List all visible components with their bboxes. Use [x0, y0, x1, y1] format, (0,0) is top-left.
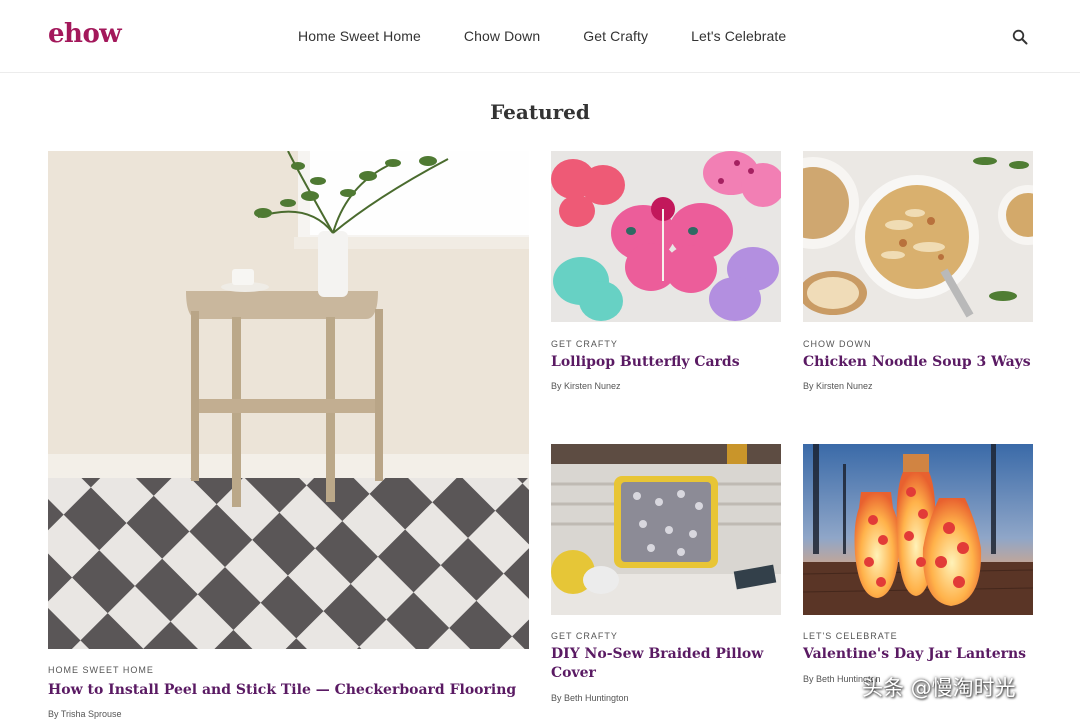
card-title[interactable]: Lollipop Butterfly Cards [551, 353, 781, 372]
card-image [48, 151, 529, 649]
card-image [803, 151, 1033, 322]
main-nav: Home Sweet Home Chow Down Get Crafty Let… [298, 28, 828, 44]
card-byline: By Beth Huntington [551, 693, 629, 703]
nav-get-crafty[interactable]: Get Crafty [583, 28, 648, 44]
featured-card-main[interactable]: HOME SWEET HOME How to Install Peel and … [48, 151, 529, 720]
card-category: GET CRAFTY [551, 631, 618, 641]
card-byline: By Kirsten Nunez [803, 381, 873, 391]
card-byline: By Trisha Sprouse [48, 709, 122, 719]
section-title: Featured [490, 100, 590, 124]
card-category: CHOW DOWN [803, 339, 872, 349]
nav-lets-celebrate[interactable]: Let's Celebrate [691, 28, 786, 44]
card-title[interactable]: How to Install Peel and Stick Tile — Che… [48, 681, 529, 700]
featured-card[interactable]: CHOW DOWN Chicken Noodle Soup 3 Ways By … [803, 151, 1033, 401]
card-image [803, 444, 1033, 615]
card-category: LET'S CELEBRATE [803, 631, 898, 641]
card-title[interactable]: Chicken Noodle Soup 3 Ways [803, 353, 1033, 372]
card-category: HOME SWEET HOME [48, 665, 154, 675]
nav-home-sweet-home[interactable]: Home Sweet Home [298, 28, 421, 44]
card-image [551, 444, 781, 615]
search-icon[interactable] [1012, 29, 1028, 45]
card-image [551, 151, 781, 322]
site-logo[interactable]: ehow [48, 19, 122, 49]
watermark: 头条 @慢淘时光 [862, 676, 1016, 700]
card-title[interactable]: Valentine's Day Jar Lanterns [803, 645, 1033, 664]
featured-card[interactable]: GET CRAFTY Lollipop Butterfly Cards By K… [551, 151, 781, 401]
card-byline: By Kirsten Nunez [551, 381, 621, 391]
card-category: GET CRAFTY [551, 339, 618, 349]
nav-chow-down[interactable]: Chow Down [464, 28, 540, 44]
site-header: ehow Home Sweet Home Chow Down Get Craft… [0, 0, 1080, 73]
featured-card[interactable]: GET CRAFTY DIY No-Sew Braided Pillow Cov… [551, 444, 781, 720]
card-title[interactable]: DIY No-Sew Braided Pillow Cover [551, 645, 766, 683]
